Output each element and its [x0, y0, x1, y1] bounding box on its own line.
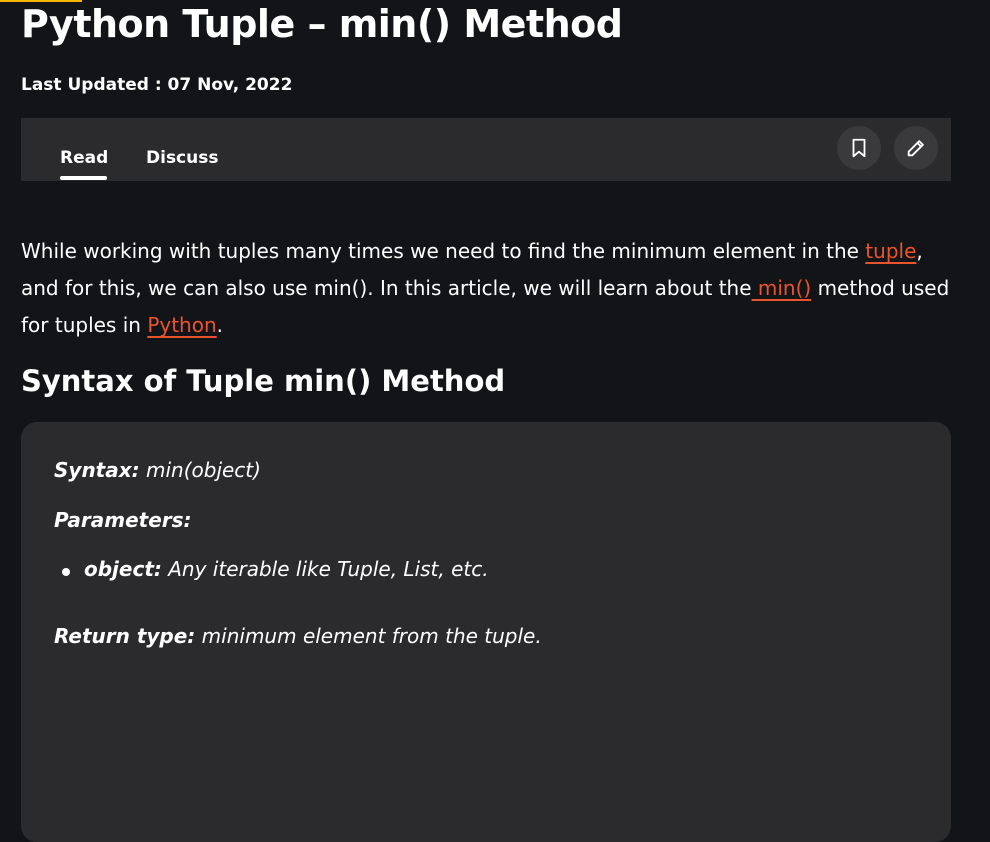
bookmark-icon: [852, 138, 866, 158]
bookmark-button[interactable]: [837, 126, 881, 170]
min-link[interactable]: min(): [752, 276, 811, 300]
last-updated: Last Updated : 07 Nov, 2022: [21, 75, 293, 95]
return-type-line: Return type: minimum element from the tu…: [54, 624, 542, 648]
intro-text-4: .: [216, 313, 223, 337]
intro-text-1: While working with tuples many times we …: [21, 239, 866, 263]
syntax-line: Syntax: min(object): [54, 458, 261, 482]
intro-paragraph: While working with tuples many times we …: [21, 233, 951, 344]
return-type-value: minimum element from the tuple.: [195, 624, 542, 648]
parameter-description: Any iterable like Tuple, List, etc.: [161, 557, 489, 581]
edit-button[interactable]: [894, 126, 938, 170]
parameters-label: Parameters:: [54, 508, 192, 532]
page-title: Python Tuple – min() Method: [21, 2, 623, 46]
tab-discuss[interactable]: Discuss: [146, 148, 218, 168]
section-heading: Syntax of Tuple min() Method: [21, 364, 506, 398]
parameter-item: object: Any iterable like Tuple, List, e…: [84, 557, 489, 581]
bullet-dot: [62, 568, 70, 576]
active-tab-indicator: [60, 176, 107, 180]
tuple-link[interactable]: tuple: [865, 239, 916, 263]
syntax-label: Syntax:: [54, 458, 140, 482]
return-type-label: Return type:: [54, 624, 196, 648]
syntax-box: Syntax: min(object) Parameters: object: …: [21, 422, 951, 842]
parameters-line: Parameters:: [54, 508, 192, 532]
parameter-name: object:: [84, 557, 162, 581]
article-tabbar: Read Discuss: [21, 118, 951, 181]
tab-read[interactable]: Read: [60, 148, 108, 168]
pencil-icon: [907, 140, 924, 157]
syntax-value: min(object): [139, 458, 261, 482]
python-link[interactable]: Python: [147, 313, 216, 337]
